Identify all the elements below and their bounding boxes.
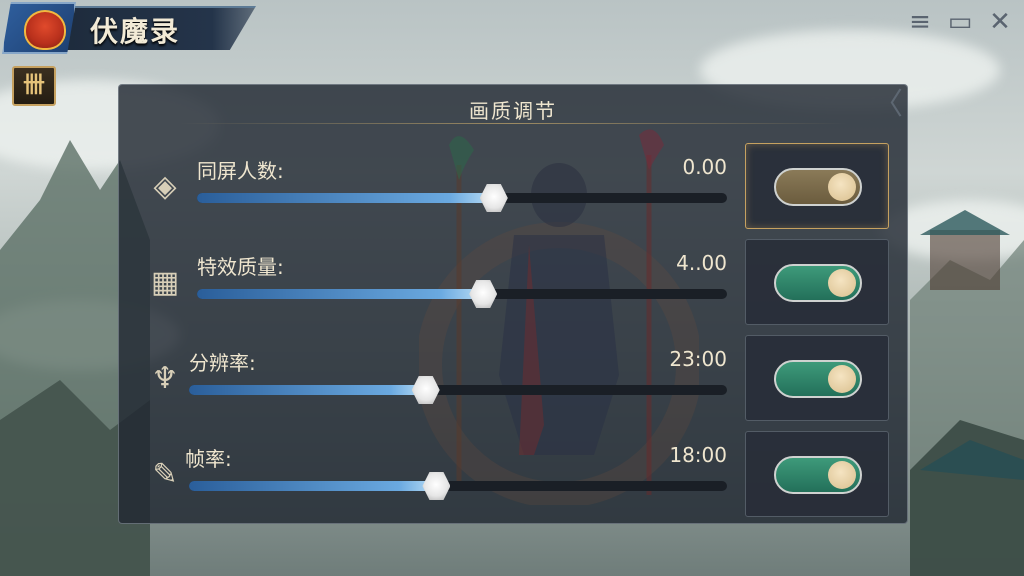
effects-toggle[interactable] <box>774 264 862 302</box>
close-icon[interactable]: ✕ <box>986 8 1014 36</box>
quality-settings-panel: 画质调节 〈 ◈ 同屏人数: 0.00 ▦ 特效质量: 4..00 ♆ 分辨率:… <box>118 84 908 524</box>
app-title: 伏魔录 <box>90 15 181 48</box>
window-controls: ≡ ▭ ✕ <box>906 8 1014 36</box>
slider-thumb[interactable] <box>411 376 440 404</box>
setting-row-crowd: ◈ 同屏人数: 0.00 <box>119 135 907 231</box>
rune-menu-button[interactable]: 卌 <box>12 66 56 106</box>
header-divider <box>179 123 847 124</box>
resolution-icon: ♆ <box>151 361 179 396</box>
toggle-knob <box>828 269 856 297</box>
panel-header: 画质调节 <box>119 85 907 127</box>
panel-close-button[interactable]: 〈 <box>873 90 903 120</box>
setting-value: 23:00 <box>669 347 727 371</box>
screen-icon[interactable]: ▭ <box>946 8 974 36</box>
effects-slider[interactable] <box>197 280 727 308</box>
setting-value: 4..00 <box>676 251 727 275</box>
setting-row-framerate: ✎ 帧率: 18:00 <box>119 423 907 519</box>
toggle-knob <box>828 173 856 201</box>
menu-icon[interactable]: ≡ <box>906 8 934 36</box>
title-bar: 伏魔录 <box>0 0 258 56</box>
setting-label: 特效质量: <box>197 255 284 279</box>
framerate-icon: ✎ <box>152 457 178 492</box>
slider-fill <box>197 289 484 299</box>
crowd-toggle-box[interactable] <box>745 143 889 229</box>
slider-fill <box>197 193 494 203</box>
framerate-toggle-box[interactable] <box>745 431 889 517</box>
effects-toggle-box[interactable] <box>745 239 889 325</box>
slider-fill <box>189 481 437 491</box>
setting-label: 分辨率: <box>189 351 256 375</box>
framerate-slider[interactable] <box>189 472 727 500</box>
slider-thumb[interactable] <box>479 184 508 212</box>
setting-value: 18:00 <box>669 443 727 467</box>
resolution-toggle-box[interactable] <box>745 335 889 421</box>
effects-icon: ▦ <box>150 265 180 300</box>
slider-fill <box>189 385 426 395</box>
resolution-toggle[interactable] <box>774 360 862 398</box>
setting-row-effects: ▦ 特效质量: 4..00 <box>119 231 907 327</box>
setting-value: 0.00 <box>682 155 727 179</box>
crowd-icon: ◈ <box>153 169 177 204</box>
resolution-slider[interactable] <box>189 376 727 404</box>
setting-label: 同屏人数: <box>197 159 284 183</box>
crowd-slider[interactable] <box>197 184 727 212</box>
crowd-toggle[interactable] <box>774 168 862 206</box>
framerate-toggle[interactable] <box>774 456 862 494</box>
panel-title: 画质调节 <box>469 99 557 123</box>
setting-label: 帧率: <box>185 447 232 471</box>
slider-thumb[interactable] <box>469 280 498 308</box>
demon-face-icon <box>24 10 66 50</box>
setting-row-resolution: ♆ 分辨率: 23:00 <box>119 327 907 423</box>
toggle-knob <box>828 365 856 393</box>
toggle-knob <box>828 461 856 489</box>
slider-thumb[interactable] <box>422 472 451 500</box>
demon-emblem-icon[interactable] <box>2 2 76 54</box>
